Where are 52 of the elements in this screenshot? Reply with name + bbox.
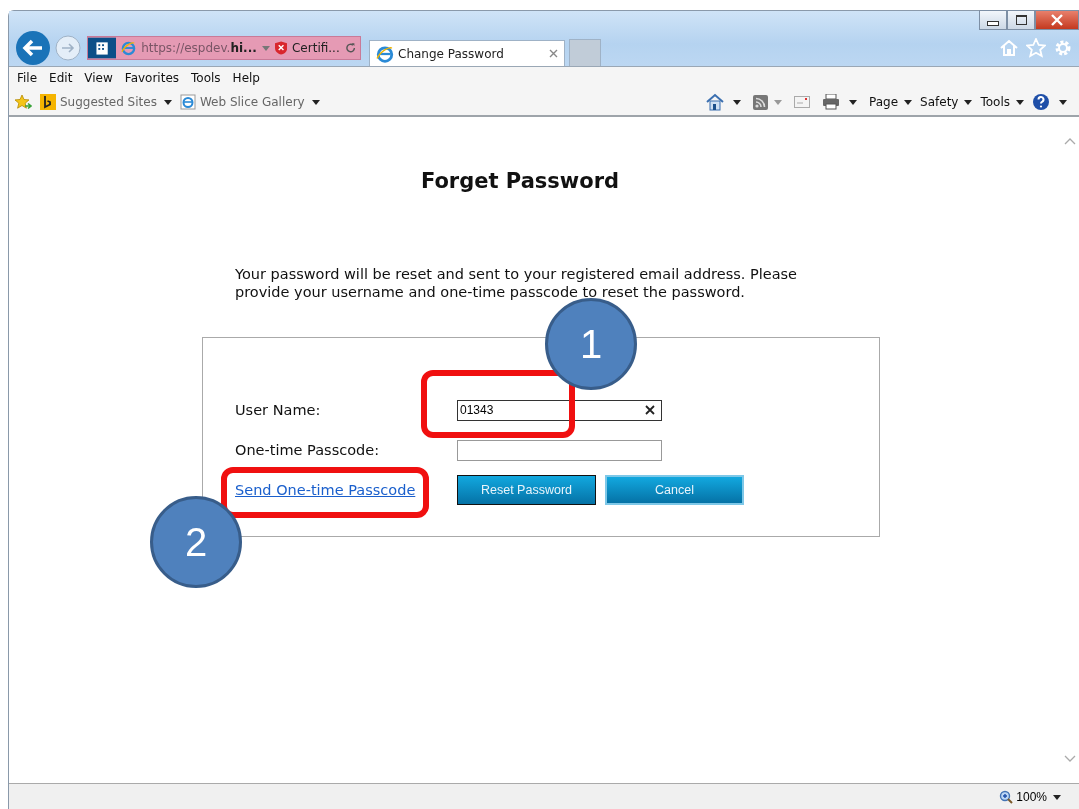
step-number-badge: 2 xyxy=(150,496,242,588)
minimize-button[interactable] xyxy=(979,10,1007,30)
browser-tab[interactable]: Change Password xyxy=(369,40,565,66)
input-field[interactable] xyxy=(457,439,662,461)
address-bar[interactable]: https://espdev.hi... Certifi... xyxy=(87,36,361,60)
home-command-button[interactable] xyxy=(706,93,741,111)
page-title: Forget Password xyxy=(419,169,621,193)
star-icon[interactable] xyxy=(1026,38,1046,58)
menu-item[interactable]: Help xyxy=(232,71,260,85)
caret-icon xyxy=(261,45,270,51)
menu-item[interactable]: Edit xyxy=(49,71,73,85)
certificate-error-label[interactable]: Certifi... xyxy=(292,41,340,55)
send-passcode-link[interactable]: Send One-time Passcode xyxy=(235,482,457,498)
scroll-down-icon[interactable] xyxy=(1064,755,1076,763)
close-button[interactable] xyxy=(1035,10,1079,30)
maximize-button[interactable] xyxy=(1007,10,1035,30)
field-label: One-time Passcode: xyxy=(235,442,381,458)
zoom-icon[interactable] xyxy=(999,790,1014,804)
command-menu[interactable]: Safety xyxy=(920,95,973,109)
field-label: User Name: xyxy=(235,402,322,418)
refresh-icon[interactable] xyxy=(344,42,356,54)
web-slice-icon xyxy=(179,94,196,110)
building-icon xyxy=(88,37,117,59)
ie-icon xyxy=(121,40,137,56)
menu-item[interactable]: File xyxy=(17,71,38,85)
forward-button[interactable] xyxy=(55,35,81,61)
command-menu[interactable]: Page xyxy=(869,95,913,109)
back-button[interactable] xyxy=(15,30,51,66)
bing-icon xyxy=(40,94,56,110)
help-command-button[interactable] xyxy=(1032,93,1067,111)
shield-icon xyxy=(274,41,287,55)
address-text: https://espdev.hi... xyxy=(141,41,257,55)
clear-icon[interactable] xyxy=(645,405,655,415)
menu-item[interactable]: View xyxy=(84,71,113,85)
ie-icon xyxy=(376,44,394,63)
menu-item[interactable]: Favorites xyxy=(124,71,180,85)
command-menu[interactable]: Tools xyxy=(980,95,1024,109)
favorites-star-icon[interactable] xyxy=(14,94,32,110)
print-command-button[interactable] xyxy=(822,94,857,110)
mail-command-button[interactable] xyxy=(794,96,810,108)
zoom-level[interactable]: 100% xyxy=(1016,790,1047,804)
favorites-link[interactable]: Suggested Sites xyxy=(40,94,172,110)
caret-icon[interactable] xyxy=(1053,794,1061,800)
close-icon[interactable] xyxy=(549,49,558,58)
scroll-up-icon[interactable] xyxy=(1064,137,1076,145)
input-field[interactable]: 01343 xyxy=(457,399,662,421)
feed-command-button[interactable] xyxy=(753,94,782,110)
favorites-link[interactable]: Web Slice Gallery xyxy=(179,94,320,110)
menu-item[interactable]: Tools xyxy=(191,71,221,85)
close-icon xyxy=(1051,14,1063,26)
step-number-badge: 1 xyxy=(545,298,637,390)
instruction-text: Your password will be reset and sent to your registered email address. Please provide your username and one-time passcode to reset the password. xyxy=(235,265,799,301)
